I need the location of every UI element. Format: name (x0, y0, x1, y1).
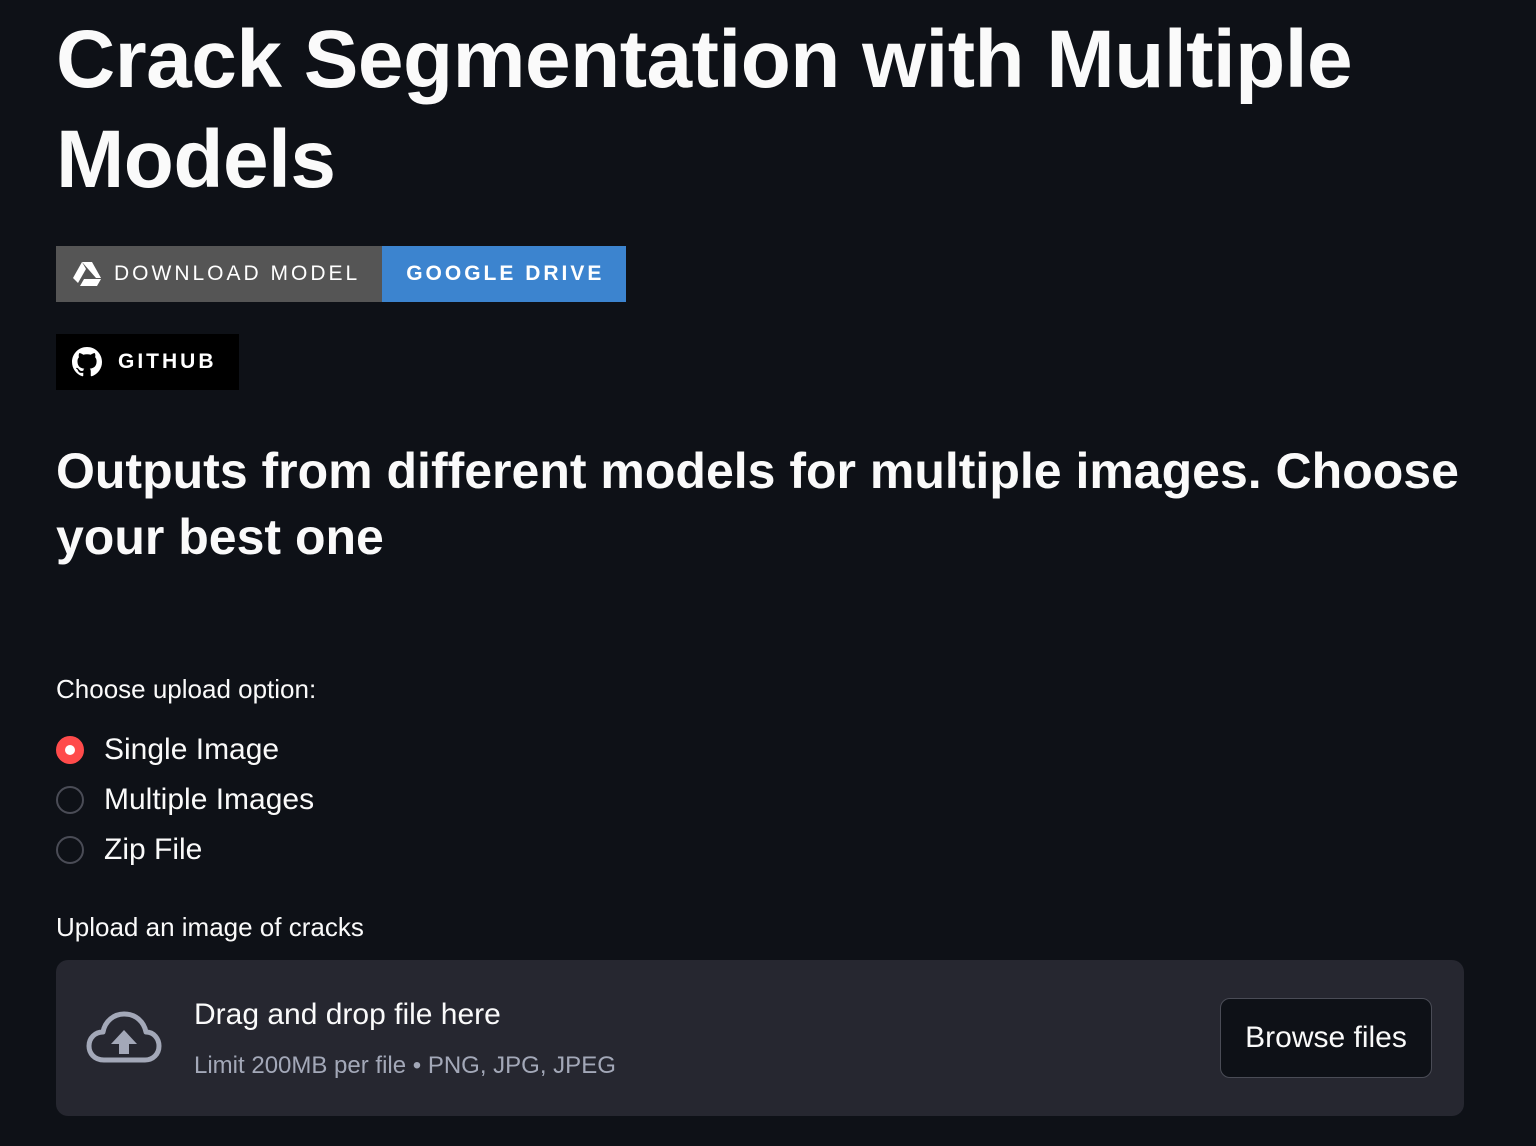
upload-option-label: Choose upload option: (56, 674, 317, 704)
upload-option-radio-group: Single Image Multiple Images Zip File (56, 728, 314, 878)
radio-button[interactable] (56, 786, 84, 814)
download-model-badge[interactable]: DOWNLOAD MODEL GOOGLE DRIVE (56, 246, 627, 302)
github-icon (72, 347, 102, 377)
radio-option-label: Zip File (104, 833, 203, 866)
radio-option-zip-file[interactable]: Zip File (56, 828, 314, 872)
download-model-badge-label[interactable]: DOWNLOAD MODEL (56, 246, 383, 302)
radio-button[interactable] (56, 836, 84, 864)
file-uploader-label: Upload an image of cracks (56, 912, 364, 942)
radio-button-selected[interactable] (56, 736, 84, 764)
github-text: GITHUB (118, 350, 217, 373)
dropzone-title: Drag and drop file here (194, 998, 501, 1031)
google-drive-link[interactable]: GOOGLE DRIVE (382, 246, 627, 302)
cloud-upload-icon (86, 1010, 162, 1071)
github-badge[interactable]: GITHUB (56, 334, 239, 390)
browse-files-button[interactable]: Browse files (1220, 998, 1432, 1078)
radio-option-single-image[interactable]: Single Image (56, 728, 314, 772)
radio-option-label: Single Image (104, 733, 280, 766)
radio-option-label: Multiple Images (104, 783, 315, 816)
section-subtitle: Outputs from different models for multip… (56, 443, 1459, 565)
page: Crack Segmentation with Multiple Models … (0, 0, 1536, 1146)
download-model-text: DOWNLOAD MODEL (114, 262, 361, 285)
file-dropzone[interactable]: Drag and drop file here Limit 200MB per … (56, 960, 1464, 1116)
google-drive-icon (72, 261, 102, 287)
page-title: Crack Segmentation with Multiple Models (56, 14, 1353, 205)
radio-option-multiple-images[interactable]: Multiple Images (56, 778, 314, 822)
dropzone-limit-text: Limit 200MB per file • PNG, JPG, JPEG (194, 1052, 616, 1079)
